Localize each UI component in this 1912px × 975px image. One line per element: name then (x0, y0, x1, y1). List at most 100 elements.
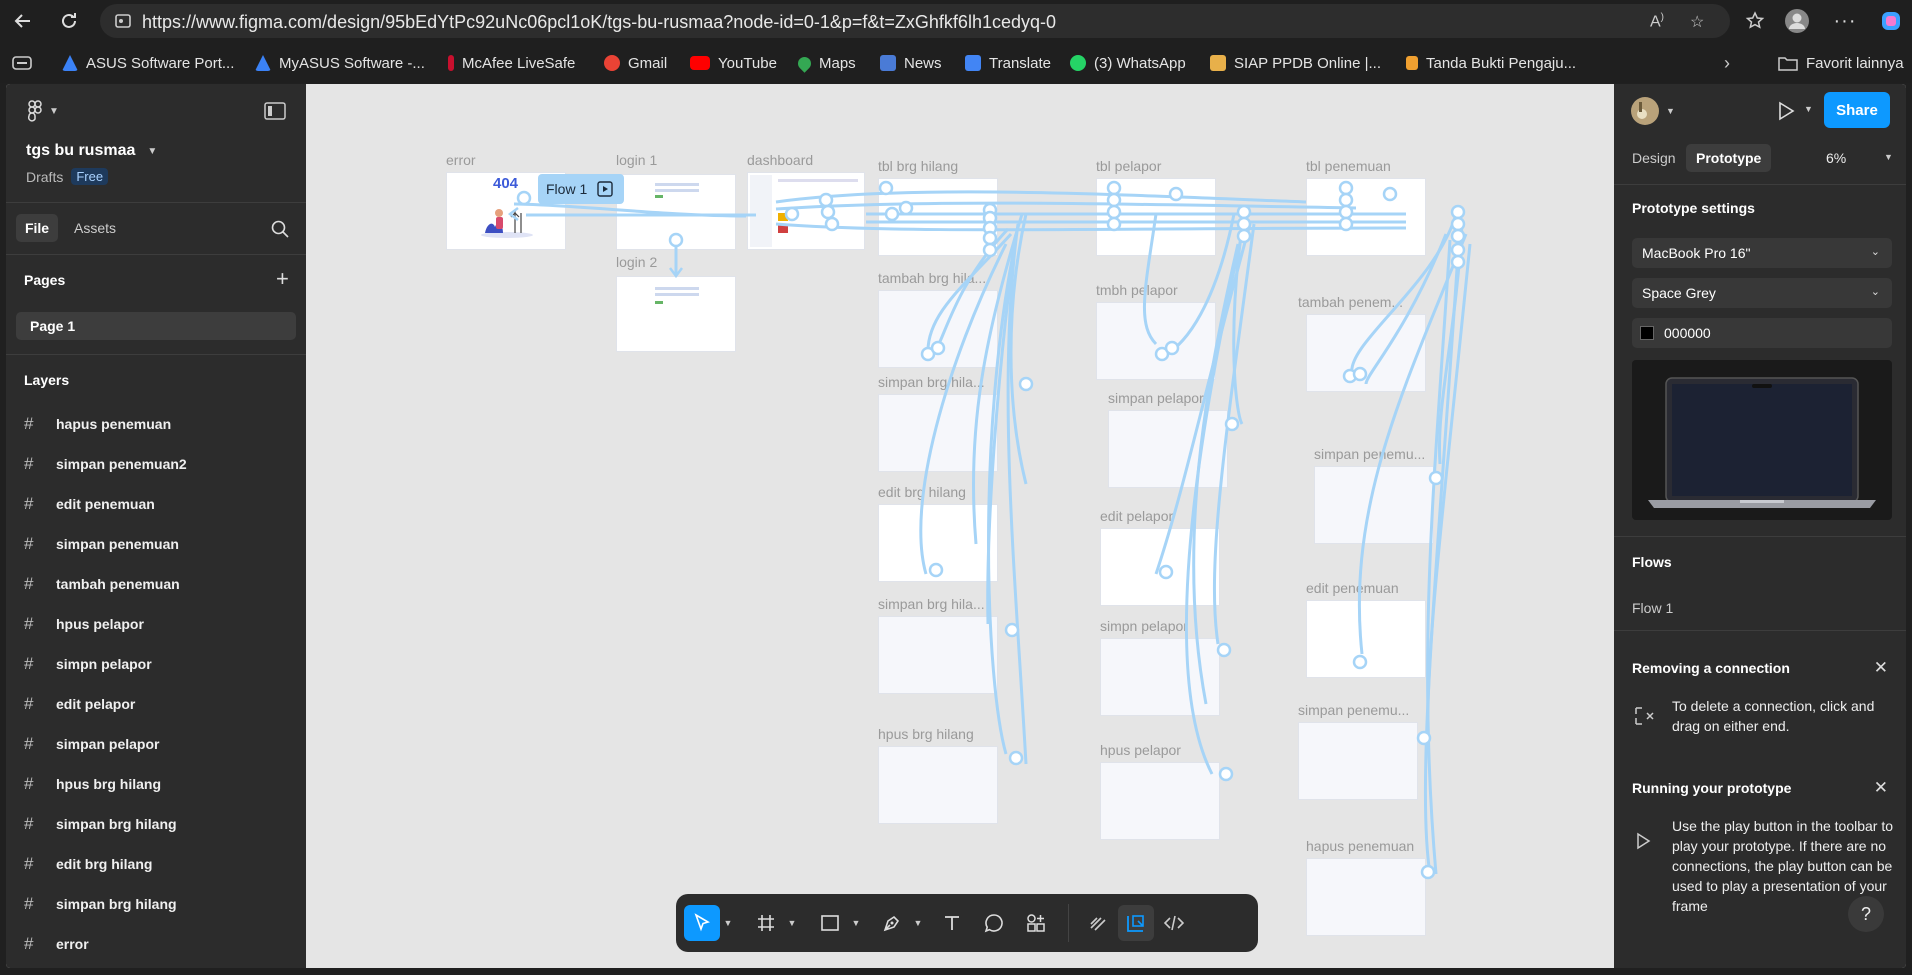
bookmark-item[interactable]: SIAP PPDB Online |... (1210, 52, 1381, 74)
apps-icon[interactable] (12, 52, 32, 74)
search-icon[interactable] (271, 220, 289, 243)
chevron-down-icon[interactable]: ▼ (910, 905, 926, 941)
gmail-icon (604, 55, 620, 71)
design-mode-icon[interactable] (1118, 905, 1154, 941)
chevron-down-icon[interactable]: ▼ (720, 905, 736, 941)
bookmark-item[interactable]: ASUS Software Port... (62, 52, 234, 74)
favorite-star-icon[interactable]: ☆ (1690, 12, 1704, 32)
device-select[interactable]: MacBook Pro 16" ⌄ (1632, 238, 1892, 268)
user-menu[interactable]: ▼ (1630, 96, 1675, 126)
chevron-down-icon[interactable]: ▼ (1884, 152, 1893, 162)
help-button[interactable]: ? (1848, 896, 1884, 932)
close-icon[interactable]: ✕ (1874, 778, 1888, 798)
bookmark-item[interactable]: News (880, 52, 942, 74)
bookmark-item[interactable]: YouTube (690, 52, 777, 74)
back-button[interactable] (8, 6, 38, 36)
plan-badge: Free (71, 168, 109, 185)
other-favorites[interactable]: Favorit lainnya (1778, 52, 1904, 74)
draw-mode-icon[interactable] (1080, 905, 1116, 941)
frame-tool-icon[interactable] (748, 905, 784, 941)
flow-play-icon[interactable] (597, 181, 613, 197)
layer-item[interactable]: # edit brg hilang (24, 852, 152, 876)
bookmark-item[interactable]: Tanda Bukti Pengaju... (1406, 52, 1576, 74)
toolbar-divider (1068, 904, 1069, 942)
file-name: tgs bu rusmaa (26, 142, 136, 159)
tab-prototype[interactable]: Prototype (1686, 144, 1772, 172)
share-button[interactable]: Share (1824, 92, 1890, 128)
more-bookmarks-chevron-icon[interactable]: › (1724, 52, 1730, 74)
canvas[interactable]: error login 1 login 2 dashboard tbl brg … (306, 84, 1614, 968)
close-icon[interactable]: ✕ (1874, 658, 1888, 678)
flow-item[interactable]: Flow 1 (1632, 598, 1673, 618)
drafts-label[interactable]: Drafts (26, 169, 63, 185)
background-color-field[interactable]: 000000 (1632, 318, 1892, 348)
comment-tool-icon[interactable] (976, 905, 1012, 941)
bookmark-item[interactable]: MyASUS Software -... (255, 52, 425, 74)
address-bar[interactable]: https://www.figma.com/design/95bEdYtPc92… (100, 4, 1730, 38)
model-select[interactable]: Space Grey ⌄ (1632, 278, 1892, 308)
favorites-icon[interactable] (1740, 6, 1770, 36)
main-menu-button[interactable]: ▼ (26, 100, 59, 122)
layer-item[interactable]: # tambah penemuan (24, 572, 180, 596)
layer-item[interactable]: # error (24, 932, 89, 956)
dev-mode-icon[interactable] (1156, 905, 1192, 941)
bookmark-item[interactable]: McAfee LiveSafe (448, 52, 575, 74)
rectangle-tool-icon[interactable] (812, 905, 848, 941)
frame-hash-icon: # (24, 654, 34, 673)
device-preview (1632, 360, 1892, 520)
copilot-icon[interactable] (1876, 6, 1906, 36)
divider (1614, 536, 1906, 537)
prototype-connections[interactable] (306, 84, 1614, 968)
text-tool-icon[interactable] (934, 905, 970, 941)
divider (1614, 184, 1906, 185)
layer-item[interactable]: # simpan brg hilang (24, 812, 177, 836)
layer-item[interactable]: # hpus brg hilang (24, 772, 161, 796)
layer-item[interactable]: # hpus pelapor (24, 612, 144, 636)
divider (6, 354, 306, 355)
flow-start-badge[interactable]: Flow 1 (538, 174, 624, 204)
bookmark-item[interactable]: Translate (965, 52, 1051, 74)
zoom-level[interactable]: 6% (1826, 150, 1846, 166)
bookmark-item[interactable]: Gmail (604, 52, 667, 74)
layer-item[interactable]: # simpan brg hilang (24, 892, 177, 916)
color-swatch[interactable] (1640, 326, 1654, 340)
chevron-down-icon: ▼ (147, 145, 158, 157)
layer-item[interactable]: # simpan pelapor (24, 732, 159, 756)
reload-icon (62, 13, 76, 28)
more-options-icon[interactable]: ··· (1830, 6, 1860, 36)
layer-item[interactable]: # simpan penemuan2 (24, 452, 187, 476)
bookmark-item[interactable]: (3) WhatsApp (1070, 52, 1186, 74)
chevron-down-icon[interactable]: ▼ (848, 905, 864, 941)
read-aloud-icon[interactable]: A) (1650, 12, 1664, 31)
bookmark-item[interactable]: Maps (795, 52, 856, 74)
reload-button[interactable] (54, 6, 84, 36)
toggle-sidebar-icon[interactable] (264, 102, 286, 125)
layer-item[interactable]: # simpn pelapor (24, 652, 152, 676)
add-page-plus-icon[interactable]: + (276, 268, 289, 290)
tab-assets[interactable]: Assets (74, 220, 116, 236)
pen-tool-icon[interactable] (874, 905, 910, 941)
layer-item[interactable]: # edit penemuan (24, 492, 155, 516)
frame-hash-icon: # (24, 694, 34, 713)
layer-item[interactable]: # simpan penemuan (24, 532, 179, 556)
profile-avatar-icon[interactable] (1782, 6, 1812, 36)
layer-item[interactable]: # edit pelapor (24, 692, 135, 716)
chevron-down-icon[interactable]: ▼ (784, 905, 800, 941)
tab-design[interactable]: Design (1632, 150, 1676, 166)
maps-pin-icon (795, 53, 814, 73)
present-play-icon[interactable] (1774, 100, 1796, 127)
bottom-toolbar: ▼ ▼ ▼ ▼ (676, 894, 1258, 952)
remove-connection-icon (1632, 704, 1656, 733)
file-name-button[interactable]: tgs bu rusmaa ▼ (26, 142, 157, 160)
tab-file[interactable]: File (16, 214, 58, 242)
actions-tool-icon[interactable] (1018, 905, 1054, 941)
layer-item[interactable]: # hapus penemuan (24, 412, 171, 436)
chevron-down-icon: ⌄ (1870, 246, 1880, 258)
page-item-page-1[interactable]: Page 1 (16, 312, 296, 340)
frame-hash-icon: # (24, 614, 34, 633)
frame-hash-icon: # (24, 774, 34, 793)
site-info-icon[interactable] (114, 13, 132, 34)
chevron-down-icon[interactable]: ▼ (1804, 104, 1813, 114)
tip-removing-text: To delete a connection, click and drag o… (1672, 698, 1875, 734)
move-tool-icon[interactable] (684, 905, 720, 941)
